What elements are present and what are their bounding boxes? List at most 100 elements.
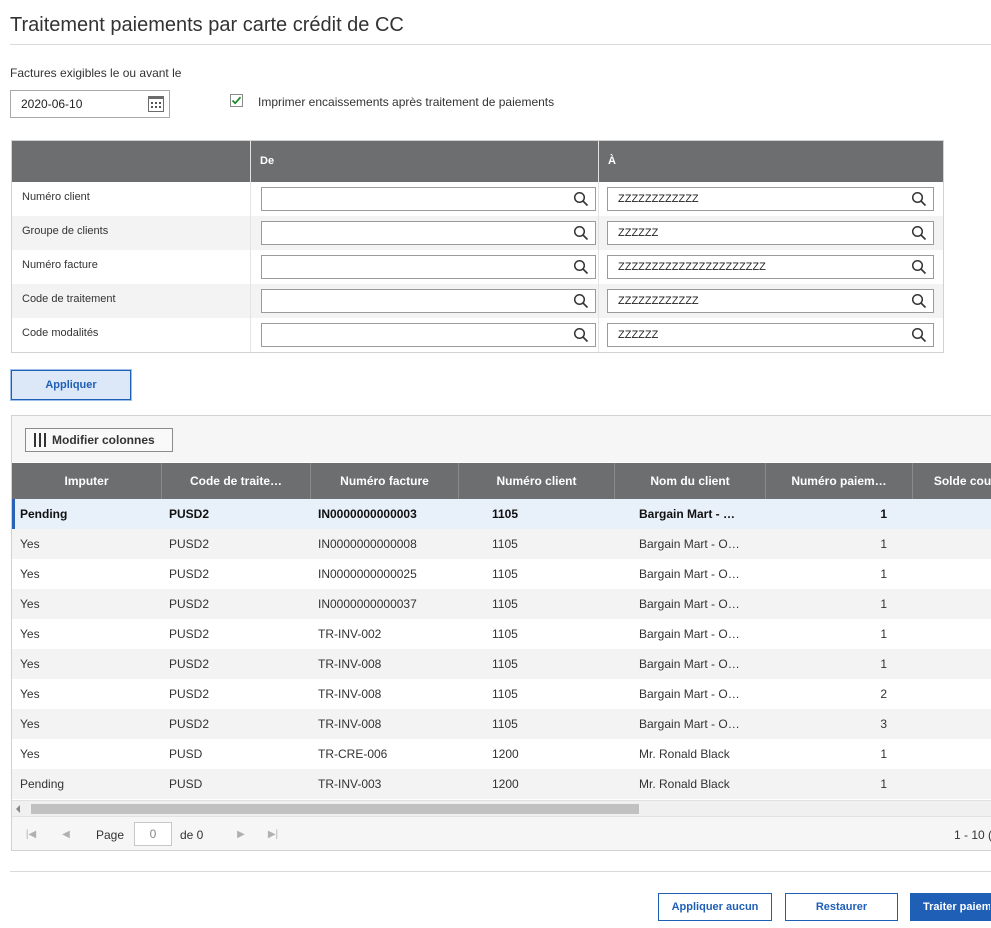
- cell-payment-number: 3: [880, 717, 887, 731]
- cell-post: Yes: [20, 597, 40, 611]
- terms-code-from-input[interactable]: [262, 324, 567, 346]
- cell-processing-code: PUSD2: [169, 507, 210, 521]
- scrollbar-thumb[interactable]: [31, 804, 639, 814]
- cell-invoice-number: IN0000000000008: [318, 537, 417, 551]
- customer-group-to-input[interactable]: [608, 222, 905, 244]
- range-row-processing-code: Code de traitement: [12, 284, 943, 318]
- column-header-processing-code[interactable]: Code de traite…: [161, 463, 310, 499]
- due-date-label: Factures exigibles le ou avant le: [10, 66, 182, 80]
- page-title: Traitement paiements par carte crédit de…: [10, 14, 404, 36]
- table-row[interactable]: Pending PUSD TR-INV-003 1200 Mr. Ronald Blac…: [12, 769, 991, 799]
- cell-invoice-number: IN0000000000003: [318, 507, 417, 521]
- table-row[interactable]: Yes PUSD TR-CRE-006 1200 Mr. Ronald Black 1: [12, 739, 991, 769]
- due-date-input[interactable]: [11, 91, 141, 117]
- due-date-field[interactable]: [10, 90, 170, 118]
- cell-balance: [912, 739, 991, 769]
- cell-post: Yes: [20, 687, 40, 701]
- terms-code-to-input[interactable]: [608, 324, 905, 346]
- range-row-terms-code: Code modalités: [12, 318, 943, 352]
- table-row[interactable]: Yes PUSD2 IN0000000000025 1105 Bargain Mart …: [12, 559, 991, 589]
- processing-code-from-input[interactable]: [262, 290, 567, 312]
- processing-code-to-input[interactable]: [608, 290, 905, 312]
- cell-payment-number: 1: [880, 627, 887, 641]
- cell-invoice-number: IN0000000000025: [318, 567, 417, 581]
- table-row[interactable]: Yes PUSD2 IN0000000000037 1105 Bargain Mart …: [12, 589, 991, 619]
- invoice-number-from-input[interactable]: [262, 256, 567, 278]
- page-label: Page: [96, 828, 125, 842]
- table-row[interactable]: Yes PUSD2 TR-INV-008 1105 Bargain Mart - O… 3: [12, 709, 991, 739]
- search-icon[interactable]: [911, 327, 927, 343]
- apply-button[interactable]: Appliquer: [11, 370, 131, 400]
- processing-code-from-field[interactable]: [261, 289, 596, 313]
- cell-post: Yes: [20, 537, 40, 551]
- scroll-left-arrow-icon[interactable]: [16, 805, 20, 813]
- calendar-icon[interactable]: [148, 96, 164, 112]
- customer-number-from-field[interactable]: [261, 187, 596, 211]
- search-icon[interactable]: [573, 225, 589, 241]
- customer-number-to-field[interactable]: [607, 187, 934, 211]
- table-row[interactable]: Pending PUSD2 IN0000000000003 1105 Bargain M…: [12, 499, 991, 529]
- search-icon[interactable]: [573, 191, 589, 207]
- cell-processing-code: PUSD2: [169, 567, 210, 581]
- customer-number-from-input[interactable]: [262, 188, 567, 210]
- horizontal-scrollbar[interactable]: [12, 800, 991, 816]
- table-row[interactable]: Yes PUSD2 TR-INV-008 1105 Bargain Mart - O… 1: [12, 649, 991, 679]
- table-row[interactable]: Yes PUSD2 IN0000000000008 1105 Bargain Mart …: [12, 529, 991, 559]
- search-icon[interactable]: [573, 259, 589, 275]
- customer-group-from-field[interactable]: [261, 221, 596, 245]
- cell-customer-number: 1105: [492, 687, 518, 701]
- range-row-label: Code modalités: [22, 327, 99, 339]
- cell-payment-number: 1: [880, 507, 887, 521]
- next-page-icon[interactable]: ▶: [232, 826, 250, 844]
- search-icon[interactable]: [573, 327, 589, 343]
- range-row-label: Code de traitement: [22, 293, 116, 305]
- modify-columns-button[interactable]: Modifier colonnes: [25, 428, 173, 452]
- cell-customer-number: 1105: [492, 567, 518, 581]
- column-header-balance[interactable]: Solde cou: [912, 463, 991, 499]
- previous-page-icon[interactable]: ◀: [57, 826, 75, 844]
- cell-balance: [912, 679, 991, 709]
- column-header-post[interactable]: Imputer: [12, 463, 161, 499]
- search-icon[interactable]: [911, 225, 927, 241]
- column-header-customer-name[interactable]: Nom du client: [614, 463, 765, 499]
- cell-customer-name: Bargain Mart - O…: [639, 657, 740, 671]
- page-total-label: de 0: [180, 828, 204, 842]
- range-row-label: Numéro client: [22, 191, 90, 203]
- terms-code-from-field[interactable]: [261, 323, 596, 347]
- customer-group-to-field[interactable]: [607, 221, 934, 245]
- cell-post: Yes: [20, 657, 40, 671]
- cell-processing-code: PUSD: [169, 747, 203, 761]
- last-page-icon[interactable]: ▶|: [264, 826, 282, 844]
- search-icon[interactable]: [573, 293, 589, 309]
- cell-customer-name: Bargain Mart - O…: [639, 597, 740, 611]
- invoice-number-from-field[interactable]: [261, 255, 596, 279]
- column-header-customer-number[interactable]: Numéro client: [458, 463, 614, 499]
- print-receipts-checkbox[interactable]: [230, 94, 243, 107]
- cell-customer-number: 1105: [492, 627, 518, 641]
- cell-balance: [912, 559, 991, 589]
- restore-button[interactable]: Restaurer: [785, 893, 898, 921]
- search-icon[interactable]: [911, 259, 927, 275]
- range-filter-table: De À Numéro client Groupe de clients Num…: [11, 140, 944, 353]
- invoice-number-to-field[interactable]: [607, 255, 934, 279]
- apply-none-button[interactable]: Appliquer aucun: [658, 893, 772, 921]
- invoice-number-to-input[interactable]: [608, 256, 905, 278]
- column-header-payment-number[interactable]: Numéro paiem…: [765, 463, 912, 499]
- from-column-header: De: [260, 155, 275, 167]
- grid-pager: |◀ ◀ Page de 0 ▶ ▶| 1 - 10 (: [12, 816, 991, 850]
- terms-code-to-field[interactable]: [607, 323, 934, 347]
- search-icon[interactable]: [911, 293, 927, 309]
- process-payments-button[interactable]: Traiter paiem: [910, 893, 991, 921]
- customer-number-to-input[interactable]: [608, 188, 905, 210]
- customer-group-from-input[interactable]: [262, 222, 567, 244]
- column-header-invoice-number[interactable]: Numéro facture: [310, 463, 458, 499]
- page-number-input[interactable]: [134, 822, 172, 846]
- cell-balance: [912, 529, 991, 559]
- first-page-icon[interactable]: |◀: [22, 826, 40, 844]
- cell-balance: [912, 619, 991, 649]
- table-row[interactable]: Yes PUSD2 TR-INV-008 1105 Bargain Mart - O… 2: [12, 679, 991, 709]
- search-icon[interactable]: [911, 191, 927, 207]
- cell-invoice-number: TR-INV-008: [318, 687, 382, 701]
- processing-code-to-field[interactable]: [607, 289, 934, 313]
- table-row[interactable]: Yes PUSD2 TR-INV-002 1105 Bargain Mart - O… 1: [12, 619, 991, 649]
